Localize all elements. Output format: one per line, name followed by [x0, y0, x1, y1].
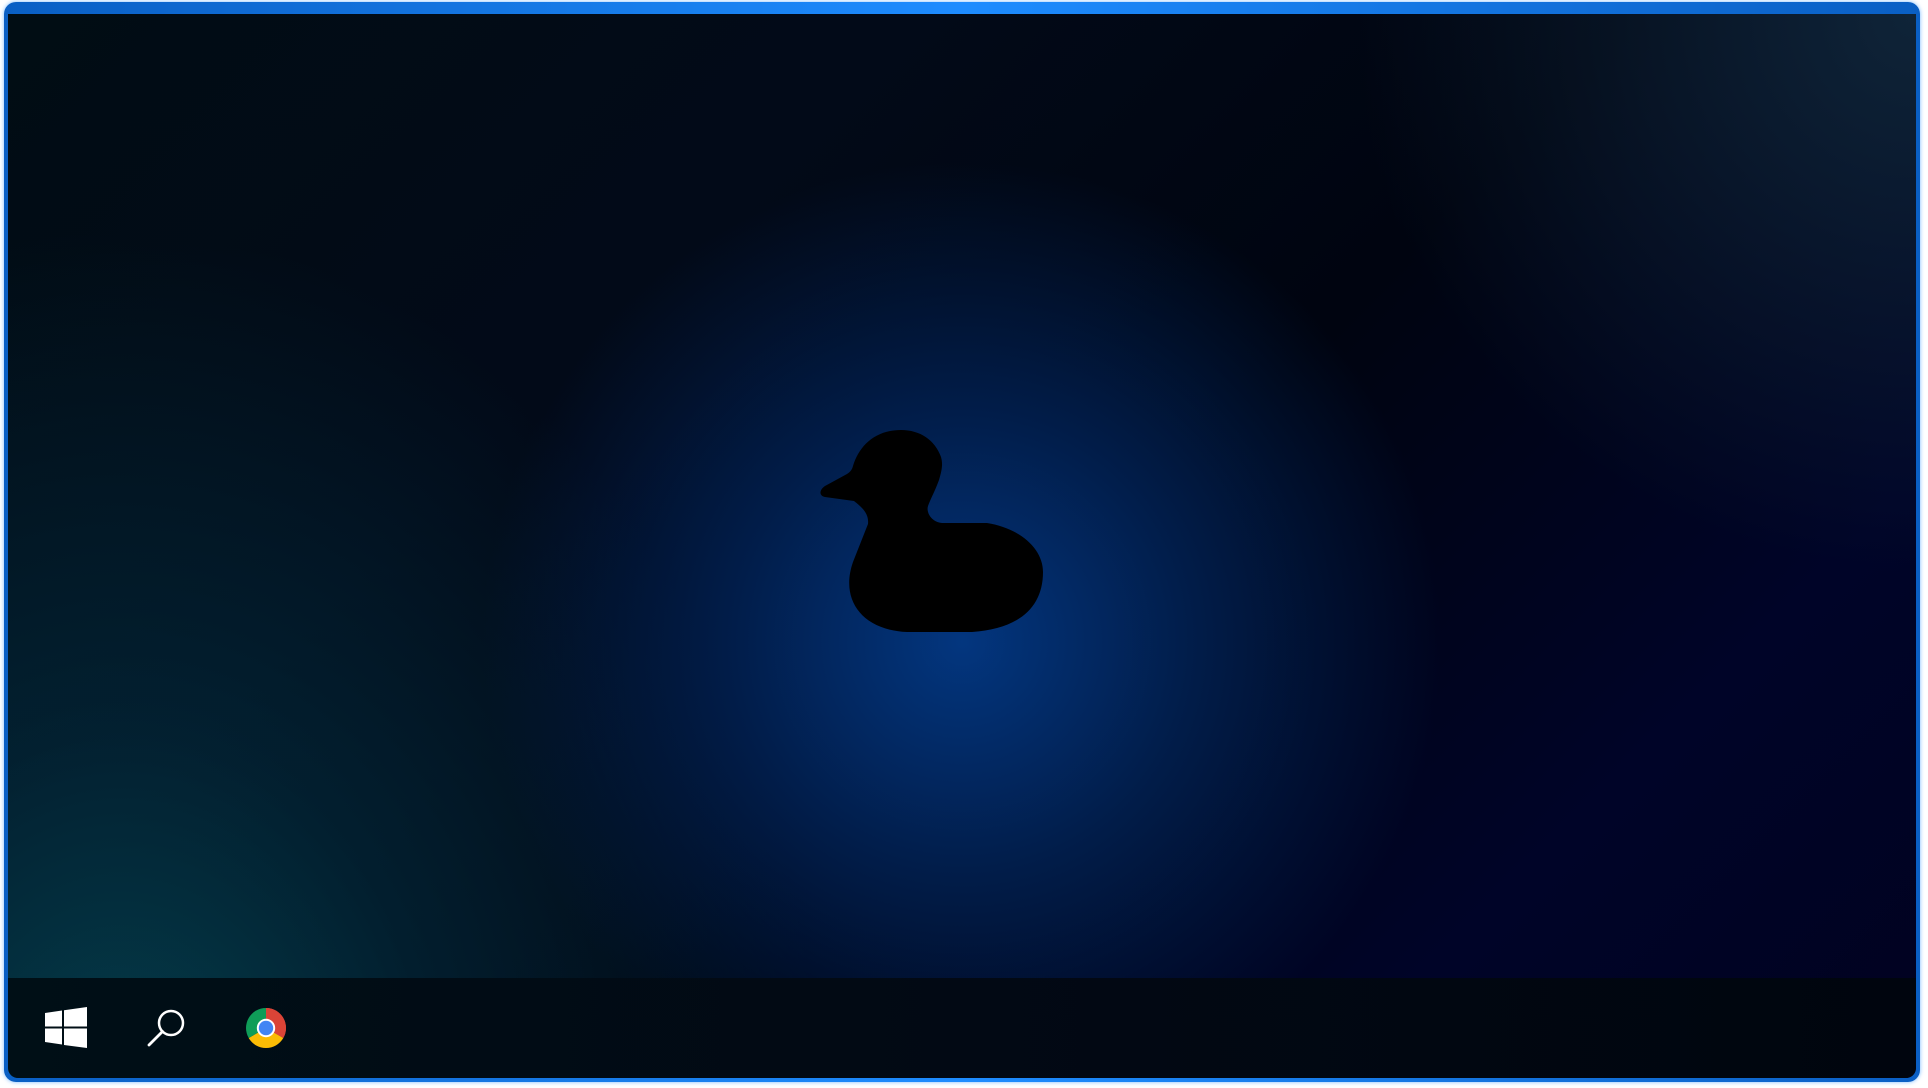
chrome-taskbar-button[interactable]	[236, 998, 296, 1058]
windows-start-icon	[45, 1007, 87, 1048]
monitor-frame	[4, 2, 1920, 1082]
desktop	[8, 14, 1916, 1078]
taskbar	[8, 978, 1916, 1078]
duck-silhouette-icon	[820, 430, 1043, 632]
chrome-icon	[246, 1008, 286, 1048]
start-button[interactable]	[36, 998, 96, 1058]
search-icon	[147, 1009, 185, 1047]
search-button[interactable]	[136, 998, 196, 1058]
